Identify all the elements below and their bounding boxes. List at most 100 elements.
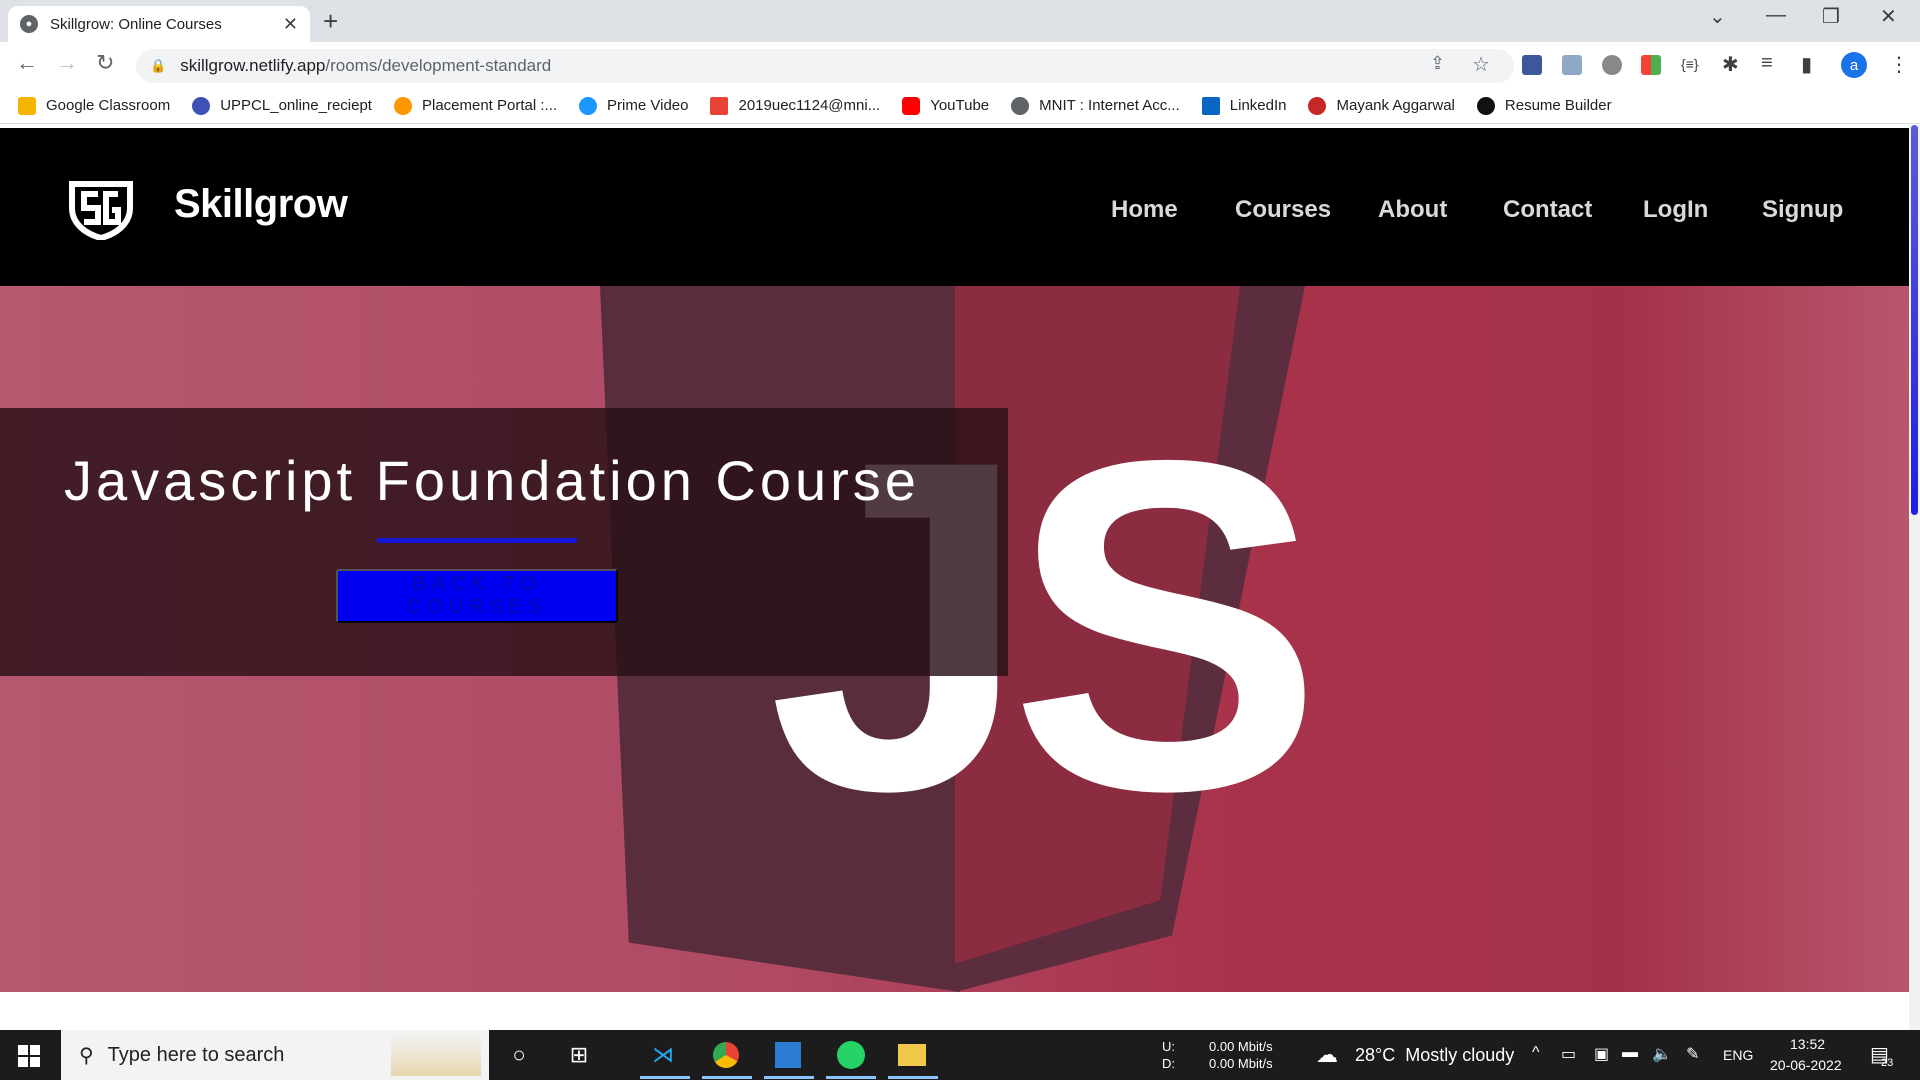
bookmark-youtube[interactable]: YouTube (902, 96, 990, 115)
bookmark-google-classroom[interactable]: Google Classroom (18, 96, 171, 115)
taskbar-search[interactable]: ⚲ Type here to search (61, 1030, 489, 1080)
taj-mahal-icon (391, 1034, 481, 1076)
battery-icon[interactable]: ▬ (1622, 1044, 1638, 1062)
bookmark-mayank[interactable]: Mayank Aggarwal (1308, 96, 1455, 115)
tab-search-icon[interactable]: ⌄ (1709, 4, 1726, 29)
language-indicator[interactable]: ENG (1723, 1047, 1753, 1063)
network-icon[interactable]: ▭ (1561, 1044, 1576, 1064)
nav-signup[interactable]: Signup (1762, 196, 1843, 224)
whatsapp-running-indicator (826, 1076, 876, 1079)
gmail-icon (710, 96, 729, 115)
file-explorer-icon[interactable] (896, 1040, 928, 1070)
tray-chevron-icon[interactable]: ^ (1532, 1044, 1540, 1062)
skillgrow-logo-icon[interactable] (68, 178, 134, 240)
page-viewport: Skillgrow Home Courses About Contact Log… (0, 125, 1909, 1030)
net-download-speed: 0.00 Mbit/s (1209, 1056, 1273, 1071)
globe-icon (1011, 96, 1030, 115)
bookmark-label: Google Classroom (46, 97, 171, 114)
back-arrow-icon[interactable]: ← (16, 50, 38, 76)
menu-kebab-icon[interactable]: ⋮ (1889, 52, 1909, 77)
card-extension-icon[interactable] (1562, 55, 1582, 75)
json-extension-icon[interactable]: {≡} (1681, 56, 1699, 72)
clock-time[interactable]: 13:52 (1790, 1036, 1825, 1052)
nav-courses[interactable]: Courses (1235, 196, 1331, 224)
bookmark-label: MNIT : Internet Acc... (1039, 97, 1180, 114)
minimize-button[interactable]: — (1766, 4, 1786, 27)
side-panel-icon[interactable]: ▮ (1801, 52, 1812, 77)
bug-extension-icon[interactable] (1602, 55, 1622, 75)
tab-title: Skillgrow: Online Courses (50, 15, 222, 33)
net-down-label: D: (1162, 1056, 1175, 1071)
whatsapp-icon[interactable] (835, 1040, 867, 1070)
cortana-icon[interactable]: ○ (503, 1040, 535, 1070)
url-domain: skillgrow.netlify.app (180, 56, 326, 75)
nav-about[interactable]: About (1378, 196, 1447, 224)
reload-icon[interactable]: ↻ (96, 50, 114, 76)
bookmark-label: Placement Portal :... (421, 97, 558, 114)
bookmark-label: LinkedIn (1229, 97, 1287, 114)
bookmark-linkedin[interactable]: LinkedIn (1201, 96, 1287, 115)
explorer-running-indicator (888, 1076, 938, 1079)
search-placeholder: Type here to search (107, 1043, 285, 1066)
search-icon: ⚲ (79, 1044, 94, 1067)
close-tab-icon[interactable]: ✕ (283, 14, 298, 35)
clock-date[interactable]: 20-06-2022 (1770, 1057, 1842, 1073)
bookmark-resume-builder[interactable]: Resume Builder (1476, 96, 1612, 115)
nav-home[interactable]: Home (1111, 196, 1178, 224)
volume-icon[interactable]: 🔈 (1652, 1044, 1672, 1064)
photos-running-indicator (764, 1076, 814, 1079)
nav-contact[interactable]: Contact (1503, 196, 1592, 224)
title-underline (377, 538, 577, 543)
url-path: /rooms/development-standard (325, 56, 552, 75)
bookmark-label: 2019uec1124@mni... (738, 97, 881, 114)
scrollbar-thumb[interactable] (1911, 125, 1918, 515)
bookmarks-bar: Google Classroom UPPCL_online_reciept Pl… (0, 88, 1920, 124)
bookmark-prime-video[interactable]: Prime Video (579, 96, 689, 115)
bookmark-star-icon[interactable]: ☆ (1472, 52, 1490, 77)
share-icon[interactable]: ⇪ (1430, 53, 1445, 74)
windows-start-icon[interactable] (18, 1045, 40, 1067)
globe-icon: ● (20, 15, 38, 33)
forward-arrow-icon[interactable]: → (56, 50, 78, 76)
placement-icon (393, 96, 412, 115)
nav-login[interactable]: LogIn (1643, 196, 1708, 224)
weather-text[interactable]: 28°C Mostly cloudy (1355, 1045, 1514, 1066)
browser-tab[interactable]: ● Skillgrow: Online Courses ✕ (8, 6, 310, 42)
vscode-icon[interactable]: ⋊ (647, 1040, 679, 1070)
hero-overlay: Javascript Foundation Course BACK TO COU… (0, 408, 1008, 676)
bookmark-label: UPPCL_online_reciept (220, 97, 372, 114)
site-header: Skillgrow Home Courses About Contact Log… (0, 128, 1909, 286)
photos-icon[interactable] (772, 1040, 804, 1070)
page-scrollbar[interactable] (1909, 125, 1920, 1030)
back-to-courses-button[interactable]: BACK TO COURSES (336, 569, 618, 623)
new-tab-button[interactable]: + (323, 6, 338, 37)
profile-photo-icon (1308, 96, 1327, 115)
bookmark-label: Mayank Aggarwal (1336, 97, 1455, 114)
pen-icon[interactable]: ✎ (1686, 1044, 1699, 1064)
chrome-icon[interactable] (710, 1040, 742, 1070)
cloud-icon: ☁ (1316, 1042, 1338, 1067)
grid-extension-icon[interactable] (1641, 55, 1661, 75)
bookmark-label: YouTube (930, 97, 990, 114)
chrome-running-indicator (702, 1076, 752, 1079)
close-window-button[interactable]: ✕ (1880, 4, 1897, 29)
address-bar[interactable]: 🔒 skillgrow.netlify.app/rooms/developmen… (136, 49, 1514, 83)
download-extension-icon[interactable] (1522, 55, 1542, 75)
vscode-running-indicator (640, 1076, 690, 1079)
task-view-icon[interactable]: ⊞ (563, 1040, 595, 1070)
extensions-puzzle-icon[interactable]: ✱ (1722, 52, 1739, 77)
course-hero: JS Javascript Foundation Course BACK TO … (0, 286, 1909, 992)
bookmark-gmail[interactable]: 2019uec1124@mni... (710, 96, 881, 115)
bookmark-mnit[interactable]: MNIT : Internet Acc... (1011, 96, 1180, 115)
bookmark-label: Resume Builder (1504, 97, 1612, 114)
bookmark-label: Prime Video (607, 97, 689, 114)
youtube-icon (902, 96, 921, 115)
profile-avatar[interactable]: a (1841, 52, 1867, 78)
bookmark-placement-portal[interactable]: Placement Portal :... (393, 96, 558, 115)
restore-button[interactable]: ❐ (1822, 4, 1840, 29)
media-control-icon[interactable]: ≡ (1761, 52, 1773, 75)
uppcl-icon (192, 96, 211, 115)
bookmark-uppcl[interactable]: UPPCL_online_reciept (192, 96, 372, 115)
meet-icon[interactable]: ▣ (1594, 1044, 1609, 1064)
brand-name[interactable]: Skillgrow (174, 182, 348, 227)
